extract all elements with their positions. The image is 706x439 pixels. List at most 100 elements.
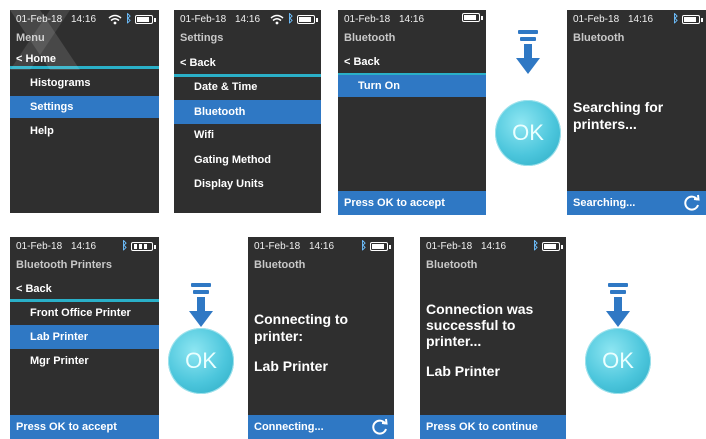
menu-item-gating-method[interactable]: Gating Method	[174, 149, 321, 171]
menu-item-label: Bluetooth	[194, 106, 246, 118]
footer-bar: Press OK to accept	[10, 415, 159, 439]
printer-item-mgr[interactable]: Mgr Printer	[10, 350, 159, 372]
refresh-icon	[684, 194, 700, 211]
battery-icon	[297, 14, 318, 24]
menu-item-label: Display Units	[194, 178, 264, 190]
status-bar: 01-Feb-18 14:16 ᛒ	[420, 237, 566, 255]
printer-item-lab[interactable]: Lab Printer	[10, 325, 159, 349]
ok-button[interactable]: OK	[168, 328, 234, 394]
menu-item-label: Histograms	[30, 77, 91, 89]
screen-title: Bluetooth	[344, 32, 396, 44]
footer-label: Press OK to accept	[344, 197, 445, 209]
back-item[interactable]: < Back	[174, 52, 321, 74]
footer-label: Press OK to continue	[426, 421, 538, 433]
footer-bar: Press OK to continue	[420, 415, 566, 439]
status-message-line2: printer:	[254, 328, 303, 344]
wifi-icon	[270, 14, 284, 24]
status-bar: 01-Feb-18 14:16	[338, 10, 486, 28]
menu-item-turn-on[interactable]: Turn On	[338, 75, 486, 97]
status-time: 14:16	[481, 241, 507, 252]
menu-item-label: Lab Printer	[30, 331, 89, 343]
status-message-line1: Searching for	[573, 99, 664, 115]
menu-item-bluetooth[interactable]: Bluetooth	[174, 100, 321, 124]
status-date: 01-Feb-18	[16, 241, 63, 252]
footer-bar: Searching...	[567, 191, 706, 215]
screen-title: Bluetooth	[573, 32, 625, 44]
menu-item-label: Date & Time	[194, 81, 258, 93]
status-date: 01-Feb-18	[180, 14, 227, 25]
menu-screen: 01-Feb-18 14:16 ᛒ Menu < Home Histograms…	[10, 10, 159, 213]
menu-item-histograms[interactable]: Histograms	[10, 72, 159, 94]
ok-button[interactable]: OK	[585, 328, 651, 394]
status-time: 14:16	[235, 14, 261, 25]
ok-label: OK	[512, 120, 544, 145]
bluetooth-icon: ᛒ	[672, 13, 679, 25]
menu-item-home[interactable]: < Home	[10, 48, 159, 70]
menu-item-label: Mgr Printer	[30, 355, 89, 367]
battery-icon	[135, 14, 156, 24]
back-item[interactable]: < Back	[338, 51, 486, 73]
down-arrow-icon	[606, 283, 630, 327]
status-message-line3: printer...	[426, 333, 482, 349]
menu-item-wifi[interactable]: Wifi	[174, 124, 321, 146]
ok-label: OK	[602, 348, 634, 373]
screen-title: Bluetooth	[254, 259, 306, 271]
status-message-line1: Connection was	[426, 301, 534, 317]
down-arrow-icon	[516, 30, 540, 74]
menu-item-settings[interactable]: Settings	[10, 96, 159, 118]
status-time: 14:16	[628, 14, 654, 25]
connected-screen: 01-Feb-18 14:16 ᛒ Bluetooth Connection w…	[420, 237, 566, 439]
battery-icon	[370, 241, 391, 251]
menu-item-label: < Back	[180, 57, 216, 69]
connecting-screen: 01-Feb-18 14:16 ᛒ Bluetooth Connecting t…	[248, 237, 394, 439]
status-bar: 01-Feb-18 14:16 ᛒ	[10, 237, 159, 255]
bluetooth-screen: 01-Feb-18 14:16 Bluetooth < Back Turn On…	[338, 10, 486, 215]
down-arrow-icon	[189, 283, 213, 327]
status-time: 14:16	[71, 241, 97, 252]
footer-label: Press OK to accept	[16, 421, 117, 433]
battery-icon	[462, 13, 483, 22]
printer-name: Lab Printer	[426, 363, 500, 379]
status-message-line1: Connecting to	[254, 311, 349, 327]
status-date: 01-Feb-18	[16, 14, 63, 25]
searching-screen: 01-Feb-18 14:16 ᛒ Bluetooth Searching fo…	[567, 10, 706, 215]
settings-screen: 01-Feb-18 14:16 ᛒ Settings < Back Date &…	[174, 10, 321, 213]
menu-item-label: Gating Method	[194, 154, 271, 166]
ok-label: OK	[185, 348, 217, 373]
ok-button[interactable]: OK	[495, 100, 561, 166]
battery-icon	[131, 241, 156, 251]
status-bar: 01-Feb-18 14:16 ᛒ	[10, 10, 159, 28]
menu-item-label: Turn On	[358, 80, 400, 92]
back-item[interactable]: < Back	[10, 278, 159, 300]
menu-item-label: < Home	[16, 53, 57, 65]
footer-bar: Press OK to accept	[338, 191, 486, 215]
refresh-icon	[372, 418, 388, 435]
status-time: 14:16	[71, 14, 97, 25]
menu-item-display-units[interactable]: Display Units	[174, 173, 321, 195]
menu-item-label: Wifi	[194, 129, 215, 141]
screen-title: Settings	[180, 32, 224, 44]
footer-label: Connecting...	[254, 421, 324, 433]
bluetooth-printers-screen: 01-Feb-18 14:16 ᛒ Bluetooth Printers < B…	[10, 237, 159, 439]
status-bar: 01-Feb-18 14:16 ᛒ	[174, 10, 321, 28]
status-message-line2: successful to	[426, 317, 516, 333]
menu-item-help[interactable]: Help	[10, 120, 159, 142]
status-bar: 01-Feb-18 14:16 ᛒ	[567, 10, 706, 28]
printer-item-front-office[interactable]: Front Office Printer	[10, 302, 159, 324]
screen-title: Bluetooth Printers	[16, 259, 112, 271]
menu-item-date-time[interactable]: Date & Time	[174, 76, 321, 98]
bluetooth-icon: ᛒ	[121, 240, 128, 252]
battery-icon	[682, 14, 703, 24]
status-bar: 01-Feb-18 14:16 ᛒ	[248, 237, 394, 255]
status-message-line2: printers...	[573, 116, 637, 132]
menu-item-label: < Back	[16, 283, 52, 295]
menu-item-label: Help	[30, 125, 54, 137]
bluetooth-icon: ᛒ	[287, 13, 294, 25]
status-date: 01-Feb-18	[426, 241, 473, 252]
bluetooth-icon: ᛒ	[125, 13, 132, 25]
bluetooth-icon: ᛒ	[360, 240, 367, 252]
bluetooth-icon: ᛒ	[532, 240, 539, 252]
printer-name: Lab Printer	[254, 358, 328, 374]
screen-title: Menu	[16, 32, 45, 44]
wifi-icon	[108, 14, 122, 24]
